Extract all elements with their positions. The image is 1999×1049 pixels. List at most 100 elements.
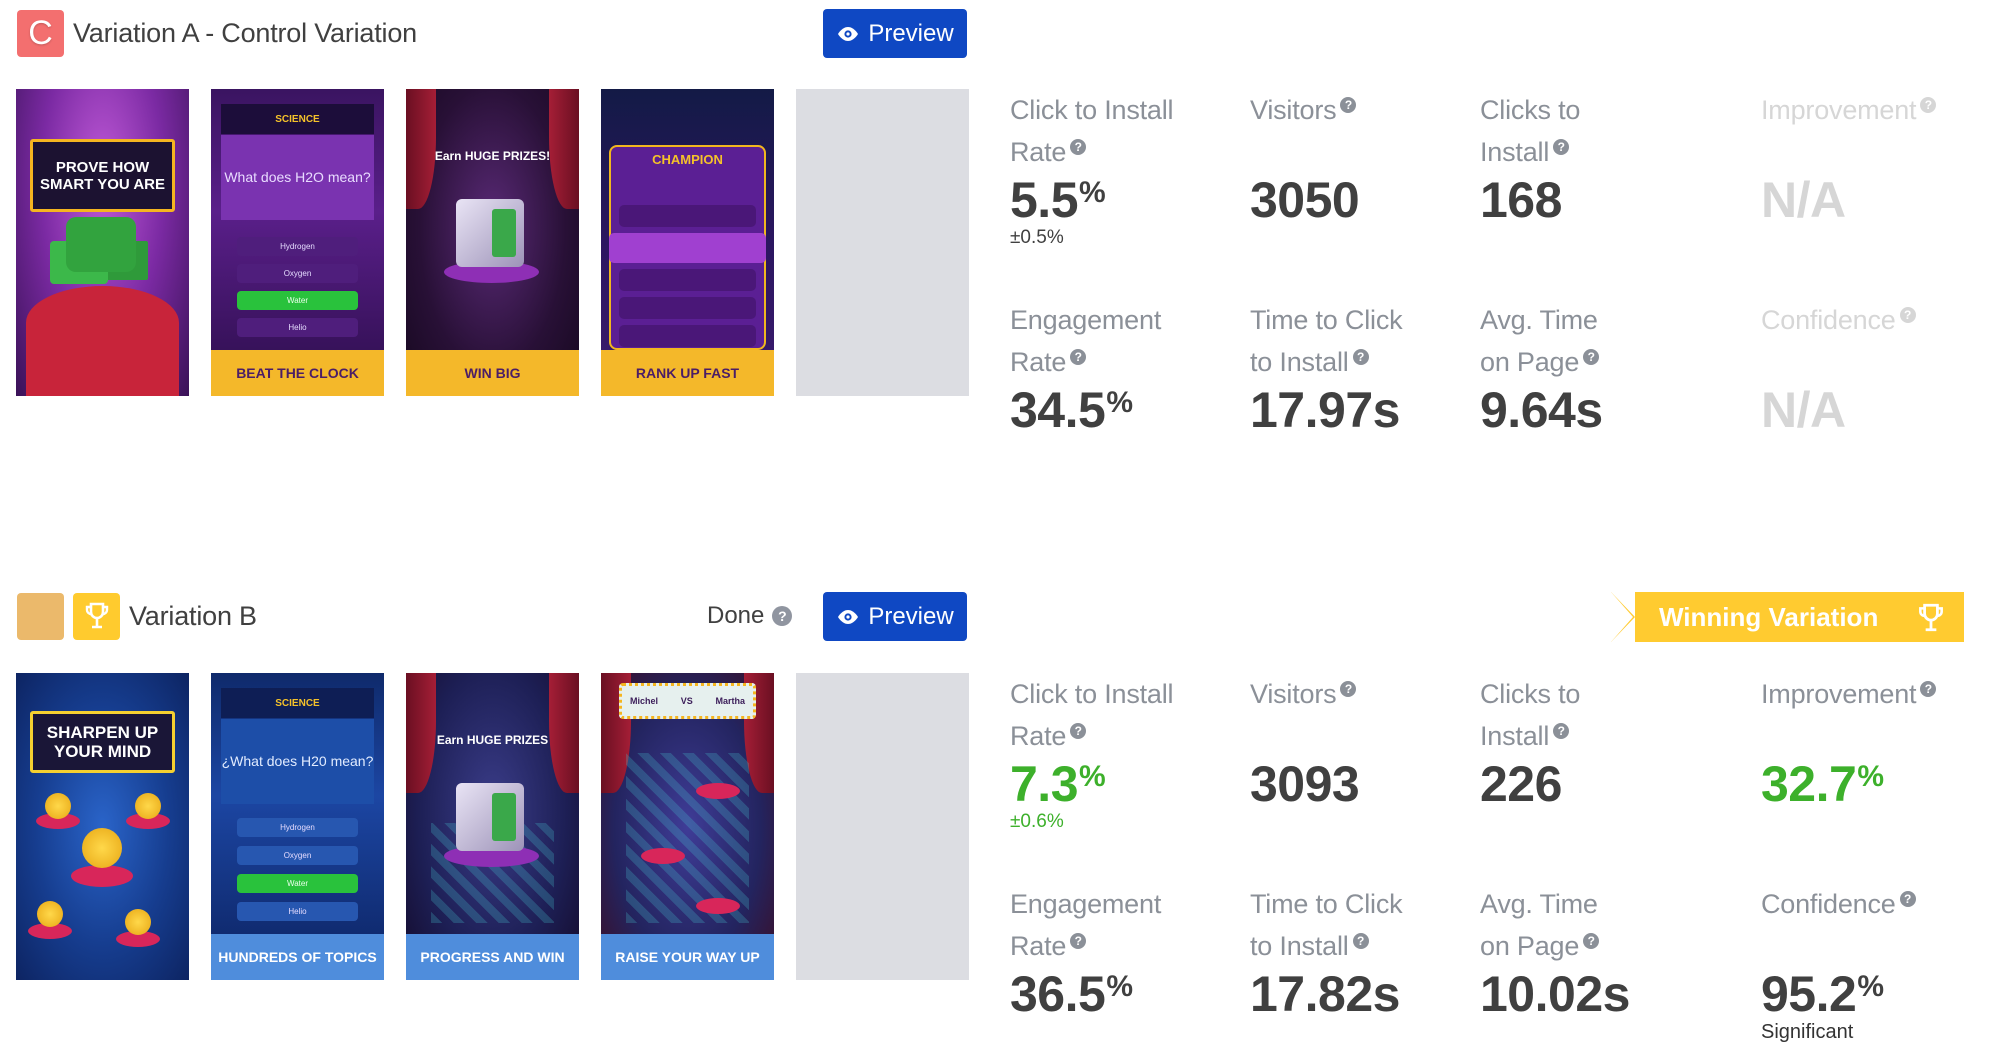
quiz-answer-correct: Water	[237, 291, 358, 310]
metric-value: 34.5%	[1010, 382, 1133, 438]
control-badge: C	[17, 9, 64, 57]
help-icon[interactable]: ?	[1553, 139, 1570, 155]
metric-label: Click to Install Rate?	[1010, 679, 1174, 751]
help-icon[interactable]: ?	[1070, 139, 1087, 155]
metric-value: 95.2%	[1761, 966, 1884, 1022]
preview-button[interactable]: Preview	[823, 592, 967, 641]
help-icon[interactable]: ?	[1920, 97, 1937, 113]
screenshot-thumbnail[interactable]: Michel VS Martha RAISE YOUR WAY UP	[601, 673, 774, 980]
metric-label: Click to Install Rate?	[1010, 95, 1174, 167]
quiz-question: ¿What does H20 mean?	[221, 719, 374, 804]
metric-time-to-click: Time to Click to Install? 17.97s	[1250, 299, 1470, 437]
player-name: Martha	[715, 696, 745, 706]
metric-value: 5.5%	[1010, 172, 1106, 228]
pedestal-graphic	[696, 783, 740, 799]
screenshot-thumbnail[interactable]: Earn HUGE PRIZES! WIN BIG	[406, 89, 579, 396]
help-icon[interactable]: ?	[1899, 891, 1916, 907]
thumbnail-caption: RAISE YOUR WAY UP	[601, 934, 774, 980]
metric-label: Avg. Time on Page?	[1480, 305, 1600, 377]
globe-graphic	[82, 828, 122, 868]
metric-confidence: Confidence? 95.2% Significant	[1761, 883, 1981, 1043]
metric-avg-time-on-page: Avg. Time on Page? 10.02s	[1480, 883, 1700, 1021]
help-icon[interactable]: ?	[772, 606, 793, 626]
help-icon[interactable]: ?	[1352, 349, 1369, 365]
metric-label: Clicks to Install?	[1480, 679, 1581, 751]
red-carpet-graphic	[26, 286, 179, 396]
metric-label: Improvement?	[1761, 89, 1981, 173]
thumbnail-caption: BEAT THE CLOCK	[211, 350, 384, 396]
help-icon[interactable]: ?	[1583, 349, 1600, 365]
help-icon[interactable]: ?	[1340, 681, 1357, 697]
leaderboard-row	[619, 297, 756, 319]
screenshot-gallery: SHARPEN UP YOUR MIND SCIENCE ¿What does …	[16, 673, 991, 980]
help-icon[interactable]: ?	[1583, 933, 1600, 949]
quiz-answer-correct: Water	[237, 874, 358, 893]
metric-engagement-rate: Engagement Rate? 34.5%	[1010, 299, 1230, 437]
help-icon[interactable]: ?	[1340, 97, 1357, 113]
metric-value: 10.02s	[1480, 966, 1630, 1022]
metric-label: Time to Click to Install?	[1250, 305, 1403, 377]
screenshot-thumbnail[interactable]: Earn HUGE PRIZES PROGRESS AND WIN	[406, 673, 579, 980]
metric-value: 17.82s	[1250, 966, 1400, 1022]
metric-value: 3050	[1250, 172, 1360, 228]
metric-visitors: Visitors? 3093	[1250, 673, 1470, 811]
help-icon[interactable]: ?	[1070, 723, 1087, 739]
banner-notch	[1611, 592, 1633, 642]
leaderboard-row-highlight	[609, 233, 766, 263]
variation-title: Variation B	[129, 600, 257, 631]
thumbnail-caption: WIN BIG	[406, 350, 579, 396]
screenshot-thumbnail[interactable]: CHAMPION RANK UP FAST	[601, 89, 774, 396]
quiz-answer: Oxygen	[237, 846, 358, 865]
help-icon[interactable]: ?	[1553, 723, 1570, 739]
quiz-category: SCIENCE	[221, 104, 374, 134]
metric-margin: ±0.6%	[1010, 811, 1064, 832]
quiz-question: What does H2O mean?	[221, 135, 374, 220]
metric-label: Clicks to Install?	[1480, 95, 1581, 167]
board-tiles-graphic	[626, 753, 749, 923]
versus-card: Michel VS Martha	[619, 683, 756, 719]
trophy-icon	[1919, 603, 1943, 632]
metric-engagement-rate: Engagement Rate? 36.5%	[1010, 883, 1230, 1021]
help-icon[interactable]: ?	[1070, 349, 1087, 365]
thumbnail-caption: PROGRESS AND WIN	[406, 934, 579, 980]
screenshot-thumbnail[interactable]: SCIENCE What does H2O mean? Hydrogen Oxy…	[211, 89, 384, 396]
metric-avg-time-on-page: Avg. Time on Page? 9.64s	[1480, 299, 1700, 437]
metric-label: Visitors?	[1250, 673, 1470, 757]
metric-value: 36.5%	[1010, 966, 1133, 1022]
metric-label: Improvement?	[1761, 673, 1981, 757]
quiz-answer: Hydrogen	[237, 818, 358, 837]
trophy-graphic	[45, 793, 71, 819]
preview-button[interactable]: Preview	[823, 9, 967, 58]
metric-clicks-to-install: Clicks to Install? 168	[1480, 89, 1700, 227]
metric-label: Time to Click to Install?	[1250, 889, 1403, 961]
metric-value: 3093	[1250, 756, 1360, 812]
screenshot-thumbnail[interactable]: SCIENCE ¿What does H20 mean? Hydrogen Ox…	[211, 673, 384, 980]
help-icon[interactable]: ?	[1070, 933, 1087, 949]
significance-label: Significant	[1761, 1021, 1854, 1043]
screenshot-placeholder	[796, 673, 969, 980]
metric-value: 226	[1480, 756, 1562, 812]
leaderboard-card: CHAMPION	[609, 145, 766, 350]
variation-b-header: Variation B	[17, 592, 257, 640]
screenshot-thumbnail[interactable]: PROVE HOW SMART YOU ARE	[16, 89, 189, 396]
metric-confidence: Confidence? N/A	[1761, 299, 1981, 437]
quiz-answer: Oxygen	[237, 264, 358, 283]
screenshot-thumbnail[interactable]: SHARPEN UP YOUR MIND	[16, 673, 189, 980]
metric-value: N/A	[1761, 172, 1846, 228]
pedestal-graphic	[641, 848, 685, 864]
help-icon[interactable]: ?	[1352, 933, 1369, 949]
metric-value: N/A	[1761, 382, 1846, 438]
metric-label: Engagement Rate?	[1010, 889, 1162, 961]
metric-label: Engagement Rate?	[1010, 305, 1162, 377]
status-indicator: Done ?	[707, 592, 793, 640]
help-icon[interactable]: ?	[1920, 681, 1937, 697]
metric-click-to-install-rate: Click to Install Rate? 7.3% ±0.6%	[1010, 673, 1230, 833]
trophy-graphic	[37, 901, 63, 927]
metric-margin: ±0.5%	[1010, 227, 1064, 248]
variation-color-badge	[17, 592, 64, 640]
trophy-graphic	[135, 793, 161, 819]
eye-icon	[838, 609, 859, 624]
quiz-answer: Helio	[237, 318, 358, 337]
preview-label: Preview	[868, 19, 954, 47]
help-icon[interactable]: ?	[1899, 307, 1916, 323]
